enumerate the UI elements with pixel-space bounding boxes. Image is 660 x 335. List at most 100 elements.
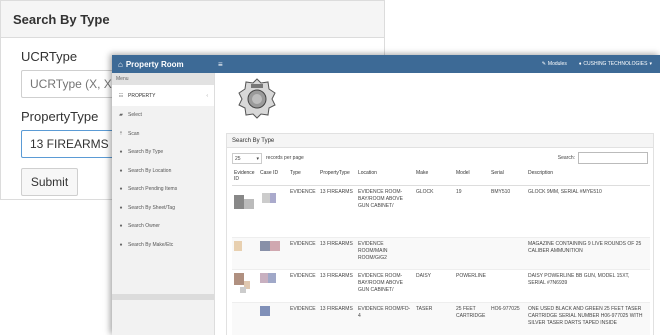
sidebar-scrollbar[interactable] bbox=[112, 294, 214, 300]
submit-button[interactable]: Submit bbox=[21, 168, 78, 196]
brand-label: Property Room bbox=[125, 59, 184, 69]
sidebar-item-label: Search By Make/Etc bbox=[128, 241, 174, 248]
evidence-thumbnail bbox=[232, 237, 258, 270]
case-thumbnail bbox=[258, 185, 288, 238]
column-header[interactable]: Serial bbox=[489, 168, 526, 186]
menu-label: Menu bbox=[112, 73, 214, 85]
table-row[interactable]: EVIDENCE 13 FIREARMS EVIDENCE ROOM-BAY/ROO… bbox=[232, 185, 650, 238]
table-search-input[interactable] bbox=[578, 152, 648, 164]
sidebar-item-label: PROPERTY bbox=[128, 92, 156, 99]
sidebar: Menu ☷ PROPERTY ‹ ▰ Select ⇡ Scan ● Search By Ty… bbox=[112, 73, 215, 335]
results-card: Search By Type 25 ▾ records per page Sear… bbox=[226, 133, 654, 335]
table-cell: 13 FIREARMS bbox=[318, 237, 356, 270]
table-cell: GLOCK bbox=[414, 185, 454, 238]
column-header[interactable]: Type bbox=[288, 168, 318, 186]
column-header[interactable]: Case ID bbox=[258, 168, 288, 186]
table-cell: EVIDENCE ROOM/MAIN ROOM/G/G2 bbox=[356, 237, 414, 270]
table-cell: EVIDENCE bbox=[288, 302, 318, 335]
sidebar-item-label: Select bbox=[128, 112, 142, 119]
modules-menu[interactable]: ✎ Modules bbox=[542, 61, 567, 67]
folder-icon: ▰ bbox=[119, 112, 123, 119]
home-icon: ⌂ bbox=[118, 59, 123, 69]
sidebar-item-search-by-type[interactable]: ● Search By Type bbox=[112, 143, 214, 162]
column-header[interactable]: Location bbox=[356, 168, 414, 186]
table-cell: DAISY bbox=[414, 269, 454, 303]
page-length-value: 25 bbox=[235, 155, 241, 162]
search-icon: ● bbox=[119, 241, 123, 248]
sidebar-item-label: Search By Sheet/Tag bbox=[128, 204, 175, 211]
modules-label: Modules bbox=[547, 61, 567, 67]
chevron-left-icon: ‹ bbox=[206, 92, 208, 99]
sidebar-item-label: Search By Location bbox=[128, 167, 172, 174]
sidebar-item-label: Scan bbox=[128, 130, 140, 137]
sidebar-item-search-by-make-etc[interactable]: ● Search By Make/Etc bbox=[112, 236, 214, 255]
search-label: Search: bbox=[557, 155, 575, 161]
sidebar-nav: ☷ PROPERTY ‹ ▰ Select ⇡ Scan ● Search By Type ● Se… bbox=[112, 85, 214, 254]
sidebar-item-label: Search Owner bbox=[128, 223, 160, 230]
user-menu[interactable]: ♦ CUSHING TECHNOLOGIES ▾ bbox=[579, 61, 652, 67]
table-cell: DAISY POWERLINE BB GUN, MODEL 15XT, SERI… bbox=[526, 269, 650, 303]
sidebar-item-search-owner[interactable]: ● Search Owner bbox=[112, 217, 214, 236]
table-cell: POWERLINE bbox=[454, 269, 489, 303]
table-cell: 13 FIREARMS bbox=[318, 269, 356, 303]
sidebar-item-label: Search By Type bbox=[128, 149, 164, 156]
sidebar-item-search-by-location[interactable]: ● Search By Location bbox=[112, 162, 214, 181]
sidebar-item-search-by-sheet-tag[interactable]: ● Search By Sheet/Tag bbox=[112, 199, 214, 218]
sidebar-item-search-pending-items[interactable]: ● Search Pending Items bbox=[112, 180, 214, 199]
police-badge-logo bbox=[238, 78, 276, 119]
results-table: Evidence ID Case ID Type PropertyType Locati… bbox=[232, 168, 650, 335]
column-header[interactable]: Evidence ID bbox=[232, 168, 258, 186]
sidebar-item-property[interactable]: ☷ PROPERTY ‹ bbox=[112, 85, 214, 106]
page-length-select[interactable]: 25 ▾ bbox=[232, 152, 262, 164]
table-cell: EVIDENCE bbox=[288, 185, 318, 238]
case-thumbnail bbox=[258, 237, 288, 270]
table-cell: ONE USED BLACK AND GREEN 25 FEET TASER C… bbox=[526, 302, 650, 335]
table-cell: EVIDENCE bbox=[288, 237, 318, 270]
column-header[interactable]: Make bbox=[414, 168, 454, 186]
records-per-page-label: records per page bbox=[266, 155, 304, 161]
table-cell bbox=[454, 237, 489, 270]
table-cell: BMY510 bbox=[489, 185, 526, 238]
table-cell: 19 bbox=[454, 185, 489, 238]
sidebar-item-select[interactable]: ▰ Select bbox=[112, 106, 214, 125]
table-cell: EVIDENCE ROOM-BAY/ROOM ABOVE GUN CABINET… bbox=[356, 185, 414, 238]
table-row[interactable]: EVIDENCE 13 FIREARMS EVIDENCE ROOM/FD-4 TAS… bbox=[232, 302, 650, 335]
brand[interactable]: ⌂ Property Room bbox=[112, 60, 212, 69]
caret-down-icon: ▾ bbox=[649, 61, 652, 67]
search-icon: ● bbox=[119, 149, 123, 156]
search-icon: ● bbox=[119, 186, 123, 193]
table-cell bbox=[489, 237, 526, 270]
table-cell: 13 FIREARMS bbox=[318, 302, 356, 335]
scan-icon: ⇡ bbox=[118, 130, 124, 137]
top-navbar: ⌂ Property Room ≡ ✎ Modules ♦ CUSHING TECH… bbox=[112, 55, 660, 73]
table-row[interactable]: EVIDENCE 13 FIREARMS EVIDENCE ROOM-BAY/ROO… bbox=[232, 269, 650, 303]
hamburger-icon[interactable]: ≡ bbox=[218, 60, 223, 69]
table-row[interactable]: EVIDENCE 13 FIREARMS EVIDENCE ROOM/MAIN RO… bbox=[232, 237, 650, 270]
table-cell: EVIDENCE ROOM-BAY/ROOM ABOVE GUN CABINET… bbox=[356, 269, 414, 303]
table-cell: EVIDENCE ROOM/FD-4 bbox=[356, 302, 414, 335]
table-cell bbox=[414, 237, 454, 270]
case-thumbnail bbox=[258, 269, 288, 303]
sidebar-item-scan[interactable]: ⇡ Scan bbox=[112, 125, 214, 144]
column-header[interactable]: Model bbox=[454, 168, 489, 186]
table-cell: TASER bbox=[414, 302, 454, 335]
property-room-window: ⌂ Property Room ≡ ✎ Modules ♦ CUSHING TECH… bbox=[112, 55, 660, 335]
search-icon: ● bbox=[119, 204, 123, 211]
case-thumbnail bbox=[258, 302, 288, 335]
main-content: Search By Type 25 ▾ records per page Sear… bbox=[216, 73, 660, 335]
search-icon: ● bbox=[119, 167, 123, 174]
table-cell: 13 FIREARMS bbox=[318, 185, 356, 238]
table-cell: MAGAZINE CONTAINING 9 LIVE ROUNDS OF 25 … bbox=[526, 237, 650, 270]
wrench-icon: ✎ bbox=[541, 61, 546, 67]
sidebar-item-label: Search Pending Items bbox=[128, 186, 178, 193]
table-cell: GLOCK 9MM, SERIAL #MYE510 bbox=[526, 185, 650, 238]
table-cell: HO6-977025 bbox=[489, 302, 526, 335]
column-header[interactable]: PropertyType bbox=[318, 168, 356, 186]
search-icon: ● bbox=[119, 223, 123, 230]
evidence-thumbnail bbox=[232, 185, 258, 238]
chevron-down-icon: ▾ bbox=[256, 155, 259, 162]
evidence-thumbnail bbox=[232, 302, 258, 335]
column-header[interactable]: Description bbox=[526, 168, 650, 186]
evidence-thumbnail bbox=[232, 269, 258, 303]
table-cell bbox=[489, 269, 526, 303]
